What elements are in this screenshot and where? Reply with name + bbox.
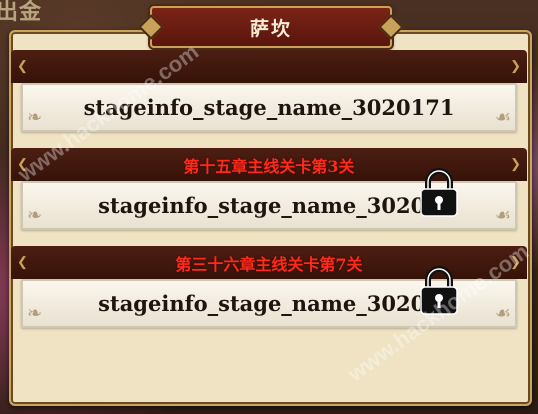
ornament-icon: ❮ xyxy=(17,255,28,270)
swirl-ornament-icon: ☙ xyxy=(494,303,511,324)
ornament-icon: ❯ xyxy=(510,157,521,172)
swirl-ornament-icon: ❧ xyxy=(27,205,43,226)
stage-requirement: 第十五章主线关卡第3关 xyxy=(183,156,355,176)
panel-title: 萨坎 xyxy=(249,17,292,40)
stage-name: stageinfo_stage_name_30201 xyxy=(98,193,440,218)
stage-name: stageinfo_stage_name_30201 xyxy=(98,291,440,316)
swirl-ornament-icon: ☙ xyxy=(494,205,511,226)
swirl-ornament-icon: ❧ xyxy=(27,107,43,128)
stage-header: ❮ ❯ xyxy=(11,50,527,83)
stage-requirement: 第三十六章主线关卡第7关 xyxy=(175,254,363,274)
swirl-ornament-icon: ❧ xyxy=(27,303,43,324)
ornament-icon: ❯ xyxy=(510,59,521,74)
background-text: 出金 xyxy=(0,0,43,25)
ornament-icon: ❮ xyxy=(17,59,28,74)
padlock-icon xyxy=(420,168,458,217)
swirl-ornament-icon: ☙ xyxy=(494,107,511,128)
